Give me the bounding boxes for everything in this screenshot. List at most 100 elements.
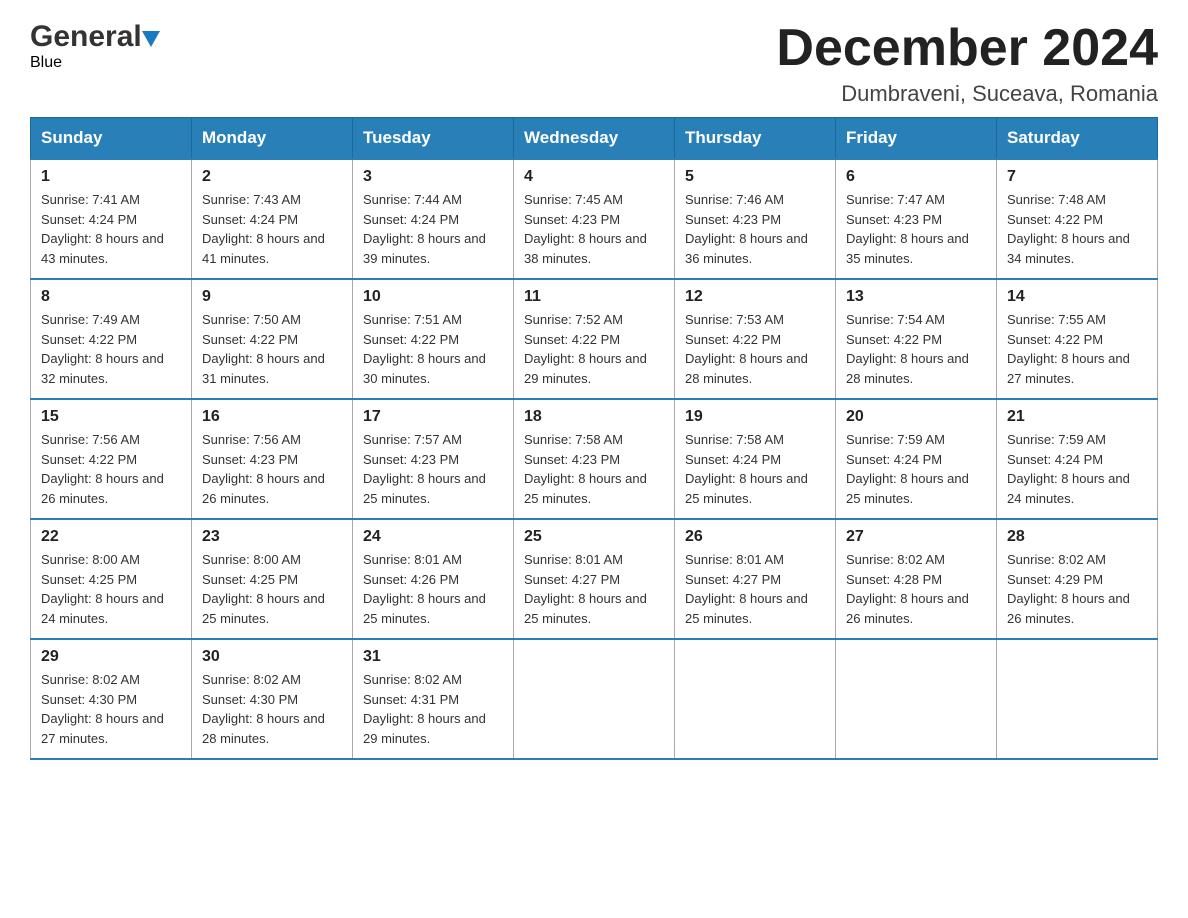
day-info: Sunrise: 7:43 AMSunset: 4:24 PMDaylight:… xyxy=(202,190,342,268)
table-row: 1 Sunrise: 7:41 AMSunset: 4:24 PMDaylight… xyxy=(31,159,192,279)
calendar-title: December 2024 xyxy=(776,20,1158,77)
table-row: 16Sunrise: 7:56 AMSunset: 4:23 PMDayligh… xyxy=(192,399,353,519)
table-row: 7 Sunrise: 7:48 AMSunset: 4:22 PMDaylight… xyxy=(997,159,1158,279)
calendar-week-row: 29 Sunrise: 8:02 AMSunset: 4:30 PMDayligh… xyxy=(31,639,1158,759)
day-number: 5 xyxy=(685,168,825,186)
table-row xyxy=(514,639,675,759)
day-info: Sunrise: 8:02 AMSunset: 4:31 PMDaylight:… xyxy=(363,670,503,748)
day-number: 29 xyxy=(41,648,181,666)
day-info: Sunrise: 7:46 AMSunset: 4:23 PMDaylight:… xyxy=(685,190,825,268)
table-row: 22 Sunrise: 8:00 AMSunset: 4:25 PMDayligh… xyxy=(31,519,192,639)
table-row: 11Sunrise: 7:52 AMSunset: 4:22 PMDayligh… xyxy=(514,279,675,399)
logo-triangle-icon xyxy=(142,31,160,47)
day-number: 18 xyxy=(524,408,664,426)
table-row: 3 Sunrise: 7:44 AMSunset: 4:24 PMDaylight… xyxy=(353,159,514,279)
day-info: Sunrise: 8:01 AMSunset: 4:27 PMDaylight:… xyxy=(524,550,664,628)
table-row: 12 Sunrise: 7:53 AMSunset: 4:22 PMDayligh… xyxy=(675,279,836,399)
table-row: 19 Sunrise: 7:58 AMSunset: 4:24 PMDayligh… xyxy=(675,399,836,519)
table-row: 23Sunrise: 8:00 AMSunset: 4:25 PMDayligh… xyxy=(192,519,353,639)
calendar-week-row: 15 Sunrise: 7:56 AMSunset: 4:22 PMDayligh… xyxy=(31,399,1158,519)
day-info: Sunrise: 7:44 AMSunset: 4:24 PMDaylight:… xyxy=(363,190,503,268)
table-row: 31 Sunrise: 8:02 AMSunset: 4:31 PMDayligh… xyxy=(353,639,514,759)
day-number: 11 xyxy=(524,288,664,306)
table-row: 8 Sunrise: 7:49 AMSunset: 4:22 PMDaylight… xyxy=(31,279,192,399)
day-number: 7 xyxy=(1007,168,1147,186)
day-number: 6 xyxy=(846,168,986,186)
calendar-header-row: Sunday Monday Tuesday Wednesday Thursday… xyxy=(31,118,1158,160)
day-info: Sunrise: 7:57 AMSunset: 4:23 PMDaylight:… xyxy=(363,430,503,508)
table-row: 14 Sunrise: 7:55 AMSunset: 4:22 PMDayligh… xyxy=(997,279,1158,399)
table-row: 4 Sunrise: 7:45 AMSunset: 4:23 PMDaylight… xyxy=(514,159,675,279)
day-number: 10 xyxy=(363,288,503,306)
day-info: Sunrise: 7:41 AMSunset: 4:24 PMDaylight:… xyxy=(41,190,181,268)
table-row: 10 Sunrise: 7:51 AMSunset: 4:22 PMDayligh… xyxy=(353,279,514,399)
header-thursday: Thursday xyxy=(675,118,836,160)
table-row: 21 Sunrise: 7:59 AMSunset: 4:24 PMDayligh… xyxy=(997,399,1158,519)
table-row: 27Sunrise: 8:02 AMSunset: 4:28 PMDayligh… xyxy=(836,519,997,639)
day-number: 27 xyxy=(846,528,986,546)
day-info: Sunrise: 7:58 AMSunset: 4:24 PMDaylight:… xyxy=(685,430,825,508)
day-info: Sunrise: 7:48 AMSunset: 4:22 PMDaylight:… xyxy=(1007,190,1147,268)
day-number: 28 xyxy=(1007,528,1147,546)
day-number: 22 xyxy=(41,528,181,546)
day-number: 15 xyxy=(41,408,181,426)
table-row xyxy=(836,639,997,759)
calendar-week-row: 22 Sunrise: 8:00 AMSunset: 4:25 PMDayligh… xyxy=(31,519,1158,639)
title-block: December 2024 Dumbraveni, Suceava, Roman… xyxy=(776,20,1158,107)
day-number: 8 xyxy=(41,288,181,306)
day-info: Sunrise: 7:53 AMSunset: 4:22 PMDaylight:… xyxy=(685,310,825,388)
day-number: 24 xyxy=(363,528,503,546)
day-number: 31 xyxy=(363,648,503,666)
calendar-week-row: 8 Sunrise: 7:49 AMSunset: 4:22 PMDaylight… xyxy=(31,279,1158,399)
calendar-location: Dumbraveni, Suceava, Romania xyxy=(776,81,1158,107)
day-number: 16 xyxy=(202,408,342,426)
table-row: 29 Sunrise: 8:02 AMSunset: 4:30 PMDayligh… xyxy=(31,639,192,759)
table-row: 17 Sunrise: 7:57 AMSunset: 4:23 PMDayligh… xyxy=(353,399,514,519)
table-row: 28 Sunrise: 8:02 AMSunset: 4:29 PMDayligh… xyxy=(997,519,1158,639)
table-row: 25 Sunrise: 8:01 AMSunset: 4:27 PMDayligh… xyxy=(514,519,675,639)
day-info: Sunrise: 8:02 AMSunset: 4:30 PMDaylight:… xyxy=(202,670,342,748)
logo: General Blue xyxy=(30,20,160,72)
day-number: 4 xyxy=(524,168,664,186)
day-number: 12 xyxy=(685,288,825,306)
day-info: Sunrise: 8:02 AMSunset: 4:29 PMDaylight:… xyxy=(1007,550,1147,628)
day-number: 21 xyxy=(1007,408,1147,426)
day-number: 20 xyxy=(846,408,986,426)
day-number: 9 xyxy=(202,288,342,306)
day-number: 30 xyxy=(202,648,342,666)
table-row: 18Sunrise: 7:58 AMSunset: 4:23 PMDayligh… xyxy=(514,399,675,519)
header-tuesday: Tuesday xyxy=(353,118,514,160)
day-number: 2 xyxy=(202,168,342,186)
header-sunday: Sunday xyxy=(31,118,192,160)
table-row xyxy=(997,639,1158,759)
logo-blue-text: Blue xyxy=(30,54,62,71)
table-row: 15 Sunrise: 7:56 AMSunset: 4:22 PMDayligh… xyxy=(31,399,192,519)
day-number: 3 xyxy=(363,168,503,186)
day-info: Sunrise: 7:59 AMSunset: 4:24 PMDaylight:… xyxy=(1007,430,1147,508)
day-number: 13 xyxy=(846,288,986,306)
day-info: Sunrise: 8:00 AMSunset: 4:25 PMDaylight:… xyxy=(41,550,181,628)
table-row: 26Sunrise: 8:01 AMSunset: 4:27 PMDayligh… xyxy=(675,519,836,639)
day-number: 1 xyxy=(41,168,181,186)
day-info: Sunrise: 7:59 AMSunset: 4:24 PMDaylight:… xyxy=(846,430,986,508)
day-info: Sunrise: 7:55 AMSunset: 4:22 PMDaylight:… xyxy=(1007,310,1147,388)
day-number: 14 xyxy=(1007,288,1147,306)
day-info: Sunrise: 7:51 AMSunset: 4:22 PMDaylight:… xyxy=(363,310,503,388)
table-row: 9Sunrise: 7:50 AMSunset: 4:22 PMDaylight… xyxy=(192,279,353,399)
table-row: 24 Sunrise: 8:01 AMSunset: 4:26 PMDayligh… xyxy=(353,519,514,639)
day-number: 17 xyxy=(363,408,503,426)
table-row: 2 Sunrise: 7:43 AMSunset: 4:24 PMDaylight… xyxy=(192,159,353,279)
day-number: 19 xyxy=(685,408,825,426)
day-info: Sunrise: 8:02 AMSunset: 4:30 PMDaylight:… xyxy=(41,670,181,748)
table-row xyxy=(675,639,836,759)
header-monday: Monday xyxy=(192,118,353,160)
day-info: Sunrise: 7:56 AMSunset: 4:22 PMDaylight:… xyxy=(41,430,181,508)
page-header: General Blue December 2024 Dumbraveni, S… xyxy=(30,20,1158,107)
day-info: Sunrise: 7:45 AMSunset: 4:23 PMDaylight:… xyxy=(524,190,664,268)
day-info: Sunrise: 8:01 AMSunset: 4:26 PMDaylight:… xyxy=(363,550,503,628)
table-row: 30 Sunrise: 8:02 AMSunset: 4:30 PMDayligh… xyxy=(192,639,353,759)
day-info: Sunrise: 7:49 AMSunset: 4:22 PMDaylight:… xyxy=(41,310,181,388)
day-number: 25 xyxy=(524,528,664,546)
day-info: Sunrise: 8:01 AMSunset: 4:27 PMDaylight:… xyxy=(685,550,825,628)
header-wednesday: Wednesday xyxy=(514,118,675,160)
